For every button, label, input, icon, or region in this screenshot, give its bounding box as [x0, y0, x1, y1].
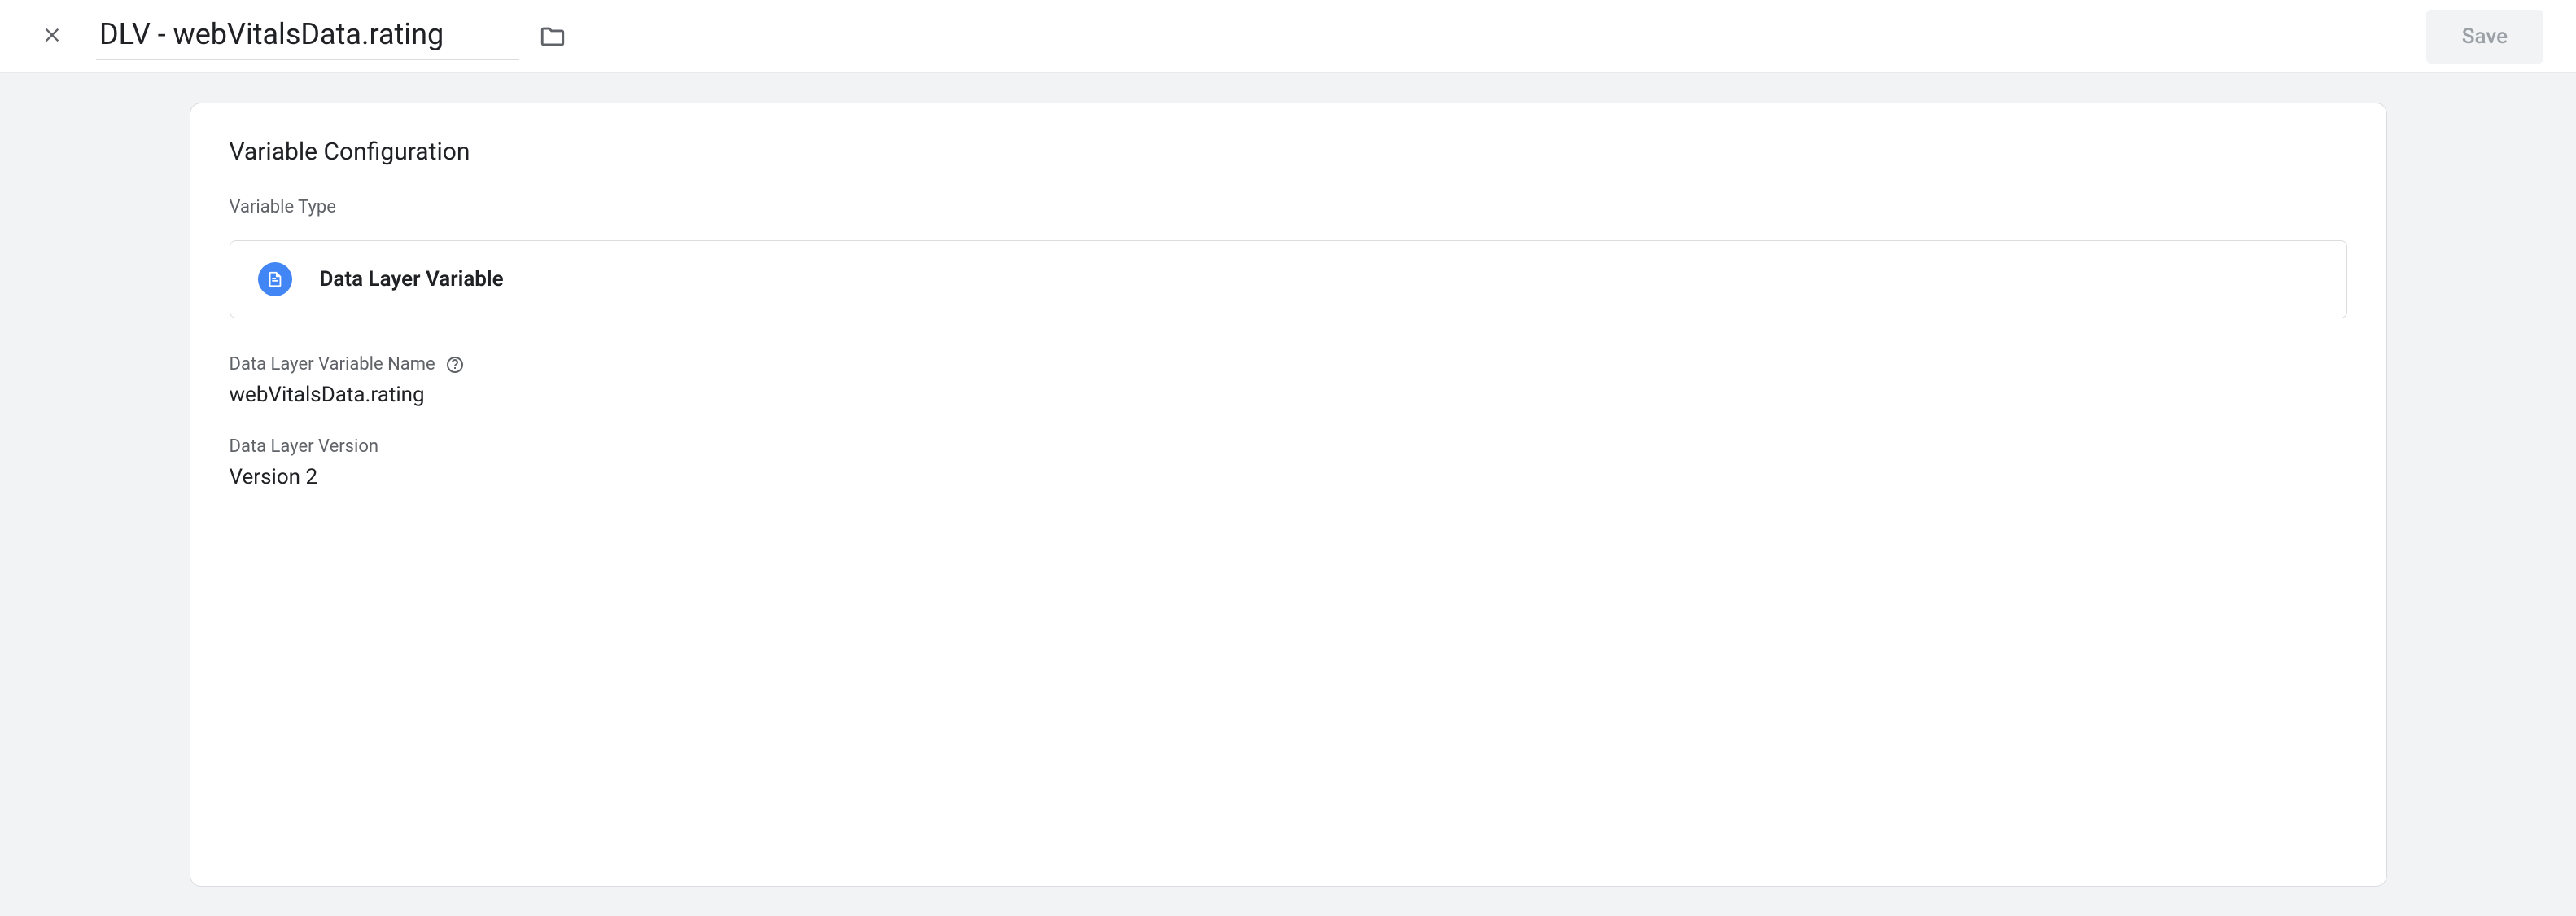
variable-type-label: Variable Type [230, 197, 2347, 217]
help-icon[interactable] [445, 355, 465, 375]
close-button[interactable] [33, 15, 72, 57]
dlv-version-field: Data Layer Version Version 2 [230, 436, 2347, 489]
dlv-version-label: Data Layer Version [230, 436, 2347, 457]
section-title: Variable Configuration [230, 138, 2347, 166]
save-button[interactable]: Save [2426, 10, 2543, 64]
dlv-name-label-text: Data Layer Variable Name [230, 354, 435, 375]
close-icon [41, 24, 63, 49]
header-bar: Save [0, 0, 2576, 73]
document-icon [258, 262, 292, 296]
variable-name-input[interactable] [96, 12, 519, 60]
dlv-name-value: webVitalsData.rating [230, 383, 2347, 407]
config-card: Variable Configuration Variable Type Dat… [190, 103, 2387, 887]
dlv-version-value: Version 2 [230, 465, 2347, 489]
content-area: Variable Configuration Variable Type Dat… [0, 73, 2576, 916]
folder-icon[interactable] [539, 23, 566, 50]
dlv-name-label: Data Layer Variable Name [230, 354, 2347, 375]
dlv-name-field: Data Layer Variable Name webVitalsData.r… [230, 354, 2347, 407]
variable-type-selector[interactable]: Data Layer Variable [230, 240, 2347, 318]
variable-type-value: Data Layer Variable [320, 267, 504, 291]
